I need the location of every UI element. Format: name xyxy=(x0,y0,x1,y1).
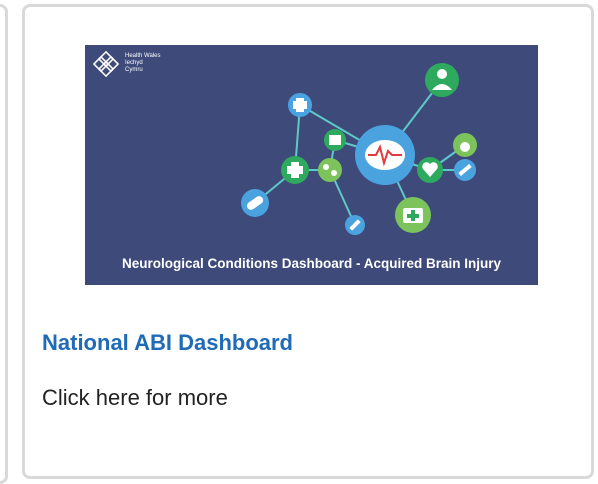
adjacent-card-edge xyxy=(0,4,8,484)
thermometer-icon xyxy=(454,159,476,181)
heart-icon xyxy=(417,157,443,183)
calendar-icon xyxy=(324,129,346,151)
medkit-icon xyxy=(395,197,431,233)
card-title-link[interactable]: National ABI Dashboard xyxy=(42,330,293,356)
health-cross-icon xyxy=(281,156,309,184)
pill-icon xyxy=(241,189,269,217)
dashboard-card[interactable]: Health Wales Iechyd Cymru Neurological C… xyxy=(22,4,594,479)
medical-network-illustration xyxy=(241,63,477,235)
apple-icon xyxy=(453,133,477,157)
syringe-icon xyxy=(345,215,365,235)
card-description: Click here for more xyxy=(42,385,228,410)
banner-caption: Neurological Conditions Dashboard - Acqu… xyxy=(121,256,502,271)
dashboard-thumbnail[interactable]: Health Wales Iechyd Cymru Neurological C… xyxy=(85,45,538,285)
medical-cross-icon xyxy=(288,93,312,117)
brain-icon xyxy=(355,125,415,185)
pills-icon xyxy=(318,158,342,182)
doctor-icon xyxy=(425,63,459,97)
